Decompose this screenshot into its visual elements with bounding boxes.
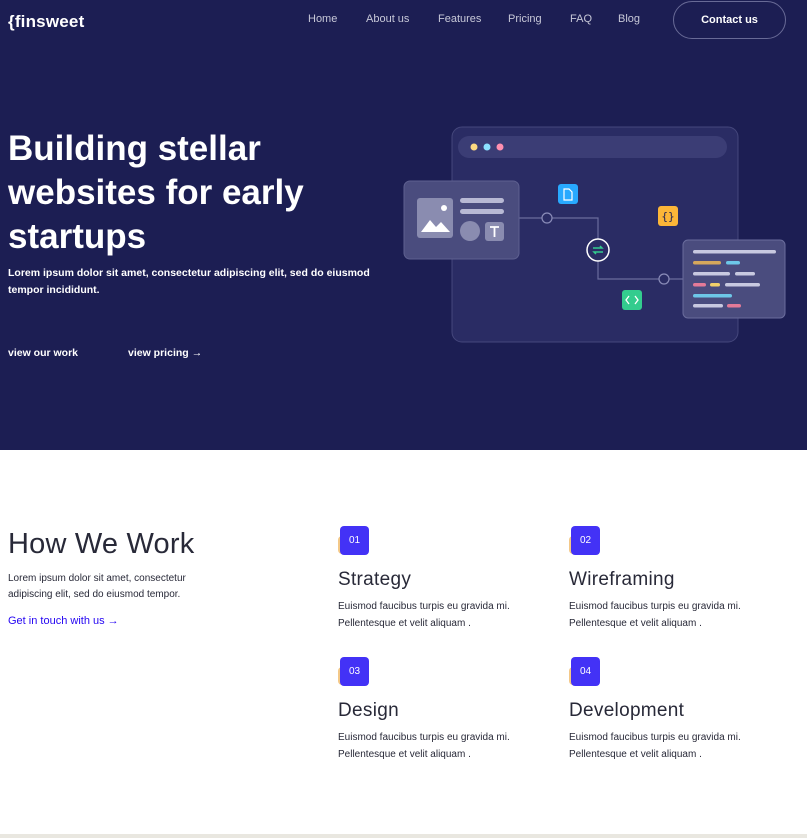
connector-node	[541, 212, 553, 224]
step-number-badge: 03	[338, 657, 370, 689]
get-in-touch-label: Get in touch with us	[8, 615, 105, 627]
step-title: Design	[338, 700, 399, 721]
step-title: Strategy	[338, 569, 412, 590]
hero-section: {finsweet Home About us Features Pricing…	[0, 0, 807, 450]
step-number-badge: 01	[338, 526, 370, 558]
hero-illustration: {}	[403, 126, 786, 343]
step-number-badge: 04	[569, 657, 601, 689]
get-in-touch-link[interactable]: Get in touch with us →	[8, 615, 119, 627]
nav-faq[interactable]: FAQ	[570, 13, 592, 25]
step-wireframing: 02 Wireframing Euismod faucibus turpis e…	[569, 526, 789, 632]
step-description: Euismod faucibus turpis eu gravida mi. P…	[338, 601, 510, 629]
nav-home[interactable]: Home	[308, 13, 337, 25]
code-icon	[622, 290, 642, 310]
window-dot-yellow	[470, 143, 478, 151]
arrow-right-icon: →	[107, 615, 119, 627]
step-number: 02	[571, 526, 600, 555]
connector-node	[658, 273, 670, 285]
step-strategy: 01 Strategy Euismod faucibus turpis eu g…	[338, 526, 558, 632]
contact-us-button[interactable]: Contact us	[673, 1, 786, 39]
step-number: 01	[340, 526, 369, 555]
file-icon	[558, 184, 578, 204]
step-number-badge: 02	[569, 526, 601, 558]
sync-icon	[586, 238, 610, 262]
window-dot-pink	[496, 143, 504, 151]
step-number: 03	[340, 657, 369, 686]
hero-title: Building stellar websites for early star…	[8, 129, 304, 256]
step-number: 04	[571, 657, 600, 686]
nav-blog[interactable]: Blog	[618, 13, 640, 25]
hero-subtitle: Lorem ipsum dolor sit amet, consectetur …	[8, 267, 370, 296]
step-description: Euismod faucibus turpis eu gravida mi. P…	[569, 732, 741, 760]
window-dot-cyan	[483, 143, 491, 151]
nav-features[interactable]: Features	[438, 13, 481, 25]
page-bottom-divider	[0, 834, 807, 838]
step-description: Euismod faucibus turpis eu gravida mi. P…	[338, 732, 510, 760]
view-pricing-link[interactable]: view pricing →	[128, 347, 202, 359]
step-title: Development	[569, 700, 685, 721]
step-description: Euismod faucibus turpis eu gravida mi. P…	[569, 601, 741, 629]
svg-text:{}: {}	[661, 210, 674, 223]
arrow-right-icon: →	[191, 347, 203, 359]
step-title: Wireframing	[569, 569, 675, 590]
circle-shape	[460, 221, 480, 241]
nav-about-us[interactable]: About us	[366, 13, 409, 25]
top-nav: Home About us Features Pricing FAQ Blog …	[0, 0, 807, 40]
view-our-work-link[interactable]: view our work	[8, 347, 78, 359]
step-design: 03 Design Euismod faucibus turpis eu gra…	[338, 657, 558, 763]
step-development: 04 Development Euismod faucibus turpis e…	[569, 657, 789, 763]
nav-pricing[interactable]: Pricing	[508, 13, 542, 25]
view-our-work-label: view our work	[8, 347, 79, 359]
how-we-work-subtitle: Lorem ipsum dolor sit amet, consectetur …	[8, 573, 186, 600]
how-we-work-title: How We Work	[8, 528, 195, 560]
view-pricing-label: view pricing	[128, 347, 189, 359]
